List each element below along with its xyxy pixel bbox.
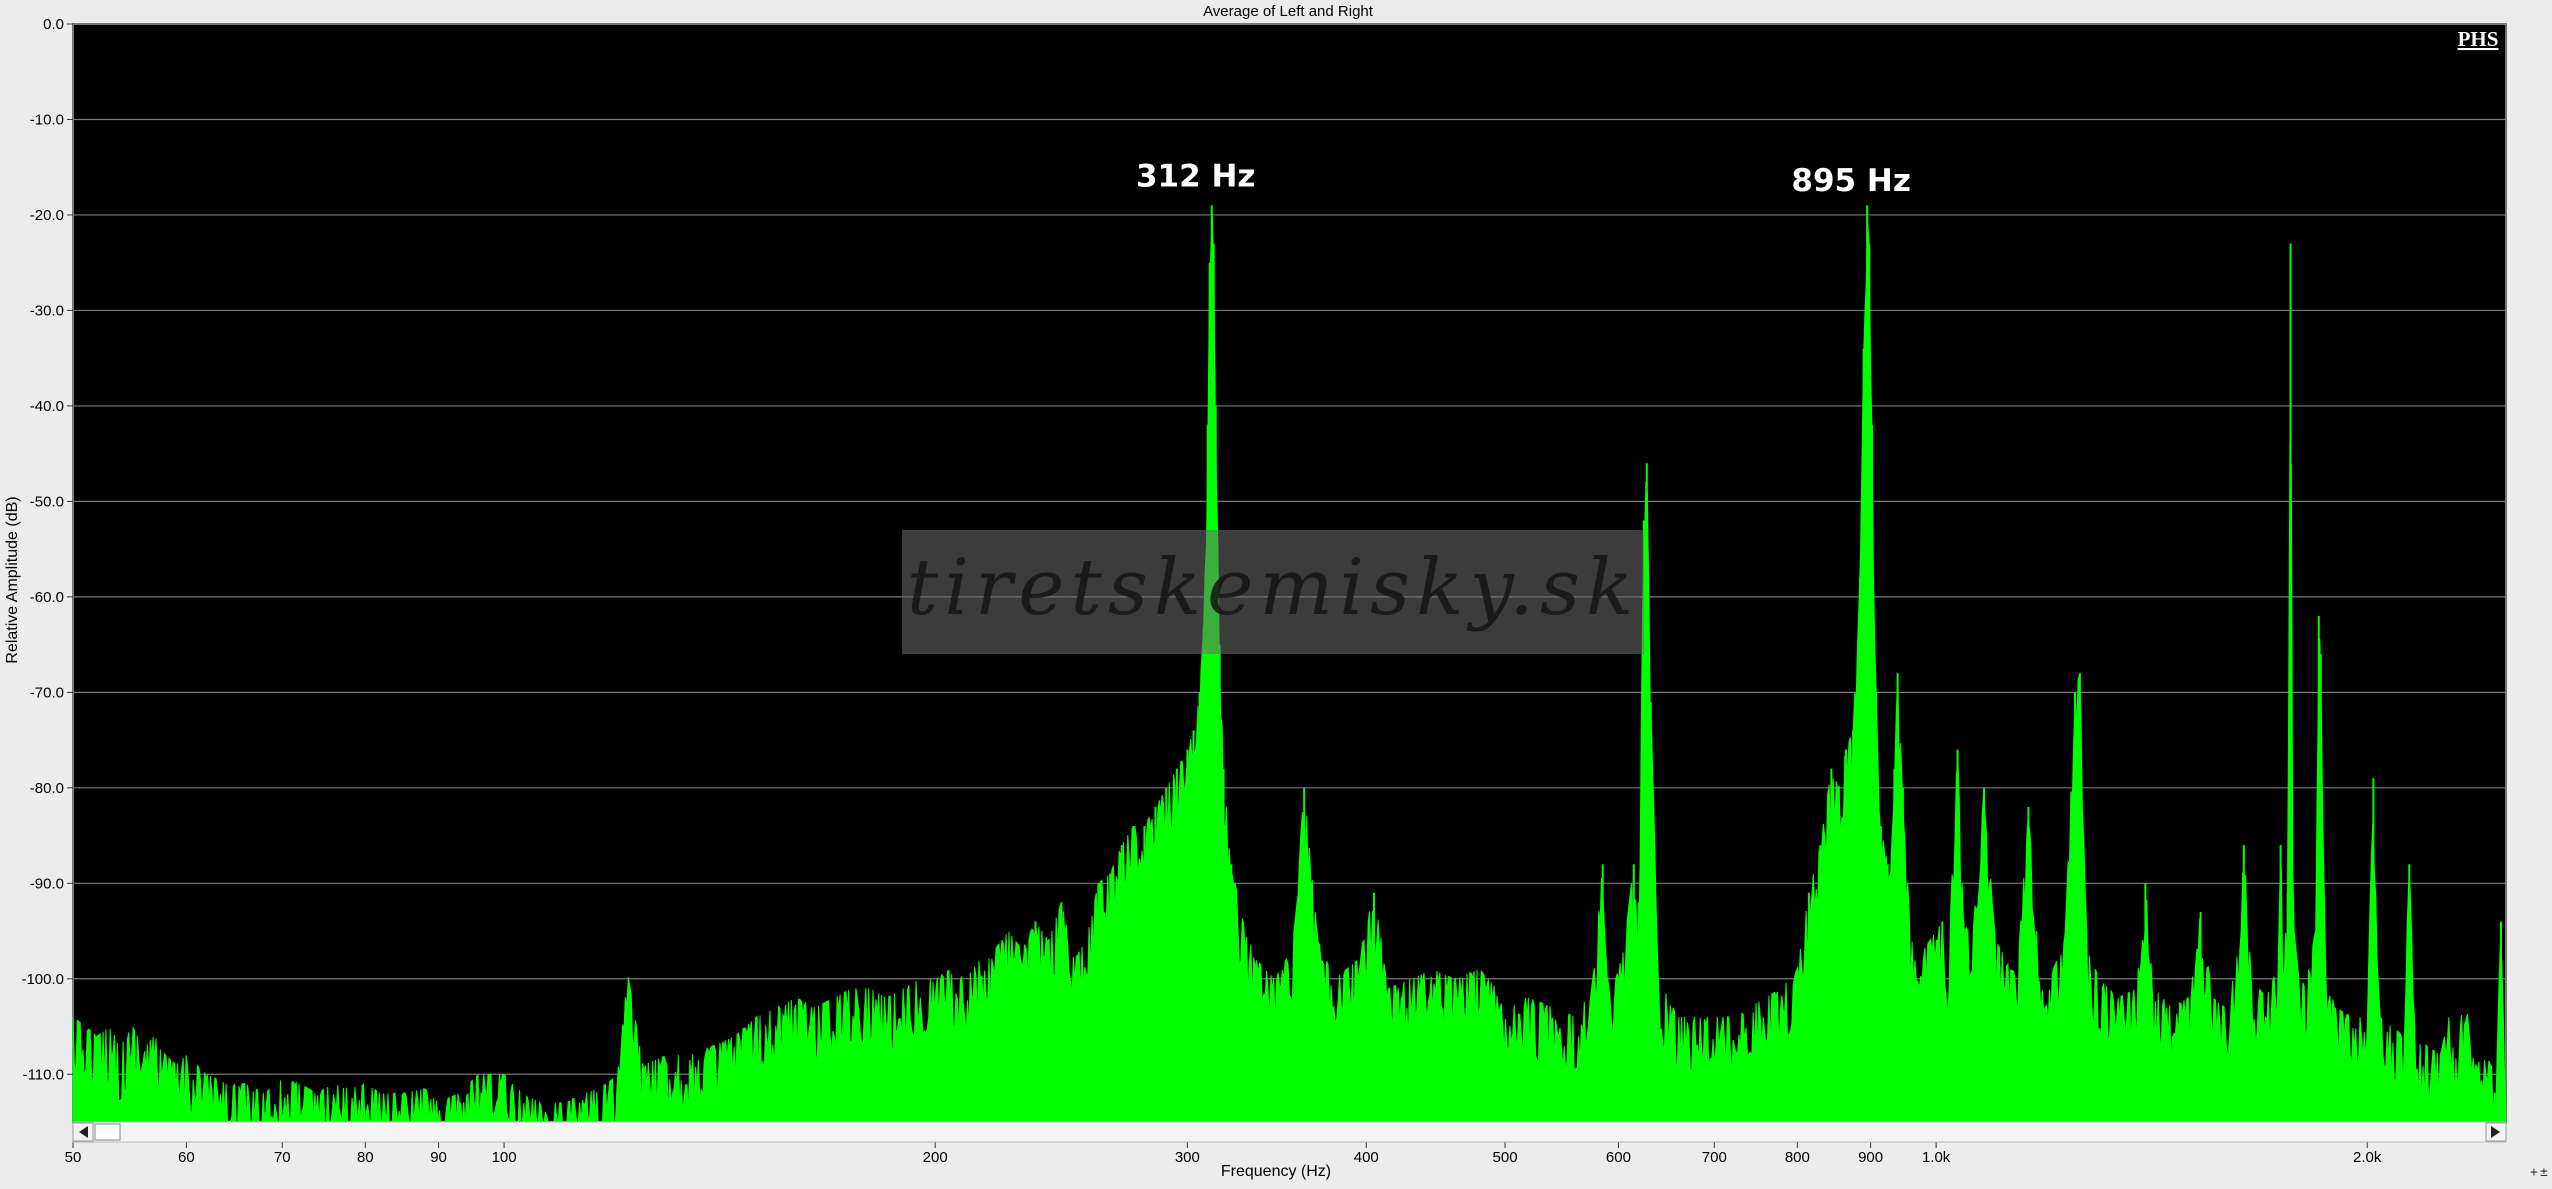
phs-badge: PHS <box>2458 27 2499 51</box>
x-tick-label: 200 <box>923 1149 948 1166</box>
x-tick-label: 50 <box>65 1149 82 1166</box>
x-tick-label: 90 <box>430 1149 447 1166</box>
chart-title: Average of Left and Right <box>1203 3 1374 20</box>
peak-annotation: 895 Hz <box>1791 163 1911 199</box>
x-tick-label: 2.0k <box>2353 1149 2382 1166</box>
y-tick-label: -90.0 <box>30 875 64 892</box>
x-tick-label: 1.0k <box>1922 1149 1951 1166</box>
x-tick-label: 600 <box>1606 1149 1631 1166</box>
y-tick-label: -10.0 <box>30 111 64 128</box>
zoom-in-icon[interactable]: + <box>2530 1165 2538 1180</box>
scrollbar-track[interactable] <box>72 1121 2507 1143</box>
x-tick-label: 100 <box>492 1149 517 1166</box>
x-tick-label: 70 <box>274 1149 291 1166</box>
x-tick-label: 800 <box>1785 1149 1810 1166</box>
y-tick-label: -110.0 <box>23 1066 64 1083</box>
x-tick-label: 900 <box>1858 1149 1883 1166</box>
y-tick-label: -100.0 <box>21 971 64 988</box>
y-tick-label: -70.0 <box>30 684 64 701</box>
x-tick-label: 700 <box>1702 1149 1727 1166</box>
y-tick-label: 0.0 <box>43 16 64 33</box>
y-tick-label: -60.0 <box>30 589 64 606</box>
peak-annotation: 312 Hz <box>1136 158 1256 194</box>
x-tick-label: 400 <box>1354 1149 1379 1166</box>
y-tick-label: -40.0 <box>30 398 64 415</box>
spectrum-analyzer-window: Average of Left and Right tiretskemisky.… <box>0 0 2552 1184</box>
zoom-out-icon[interactable]: ± <box>2540 1165 2548 1180</box>
y-axis-label: Relative Amplitude (dB) <box>4 496 21 663</box>
watermark: tiretskemisky.sk <box>902 530 1644 654</box>
x-tick-label: 80 <box>357 1149 374 1166</box>
x-tick-label: 300 <box>1175 1149 1200 1166</box>
x-tick-label: 500 <box>1493 1149 1518 1166</box>
y-tick-label: -20.0 <box>30 207 64 224</box>
x-tick-label: 60 <box>178 1149 195 1166</box>
scrollbar-thumb[interactable] <box>94 1123 121 1141</box>
y-tick-label: -50.0 <box>30 493 64 510</box>
watermark-text: tiretskemisky.sk <box>907 543 1640 633</box>
horizontal-scrollbar[interactable] <box>72 1121 2507 1143</box>
y-tick-label: -30.0 <box>30 302 64 319</box>
y-tick-label: -80.0 <box>30 780 64 797</box>
x-axis-label: Frequency (Hz) <box>1221 1163 1331 1180</box>
spectrum-chart: Average of Left and Right tiretskemisky.… <box>0 0 2552 1184</box>
